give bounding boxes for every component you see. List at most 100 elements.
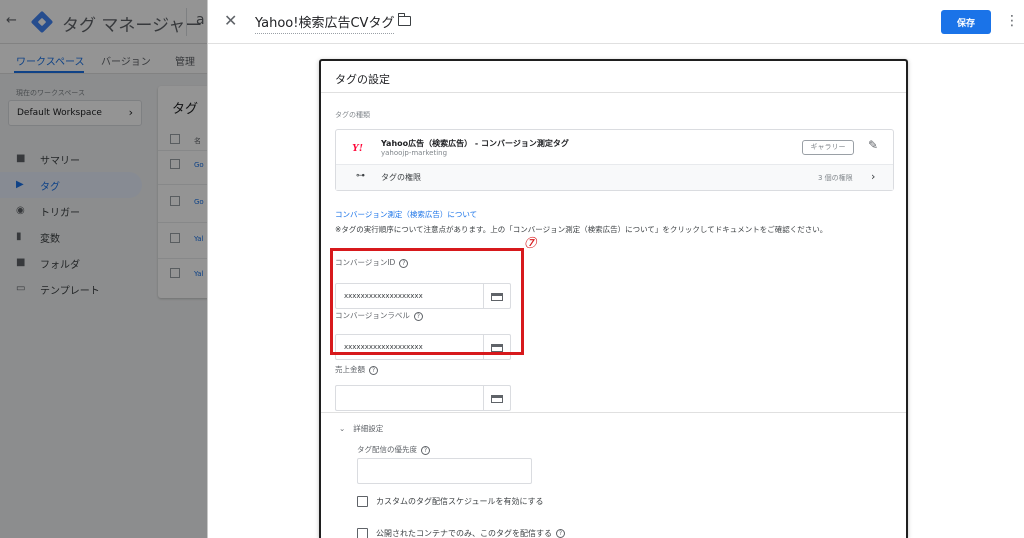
tag-type-label: タグの種類 [335, 111, 370, 119]
help-icon[interactable]: ? [556, 529, 565, 538]
sidebar-item-folders[interactable]: ■ フォルダ [0, 250, 142, 276]
gallery-badge: ギャラリー [802, 140, 854, 155]
conversion-id-input[interactable] [335, 283, 484, 309]
advanced-settings-toggle[interactable]: ⌄ 詳細設定 [339, 423, 383, 434]
close-icon[interactable]: ✕ [224, 11, 237, 30]
table-row-name[interactable]: Yal [194, 235, 204, 243]
editor-body: タグの設定 タグの種類 Y! Yahoo広告（検索広告） - コンバージョン測定… [208, 44, 1024, 538]
trigger-icon: ◉ [16, 205, 25, 216]
conversion-label-label: コンバージョンラベル? [335, 310, 423, 321]
help-icon[interactable]: ? [369, 365, 378, 375]
row-divider [158, 222, 207, 223]
row-divider [158, 258, 207, 259]
sidebar-item-label: タグ [40, 182, 60, 193]
field-label-text: タグ配信の優先度 [357, 445, 417, 454]
variable-picker-button[interactable] [484, 334, 511, 360]
more-vert-icon[interactable]: ⋮ [1005, 12, 1019, 30]
publish-only-checkbox[interactable]: 公開されたコンテナでのみ、このタグを配信する? [357, 528, 565, 538]
execution-order-note: ※タグの実行順序について注意点があります。上の「コンバージョン測定（検索広告）に… [335, 225, 828, 234]
save-button[interactable]: 保存 [941, 10, 991, 34]
back-arrow-icon[interactable]: ← [6, 13, 17, 28]
tag-type-box: Y! Yahoo広告（検索広告） - コンバージョン測定タグ yahoojp-m… [335, 129, 894, 191]
chevron-right-icon: › [128, 106, 133, 119]
variable-picker-button[interactable] [484, 283, 511, 309]
row-divider [158, 184, 207, 185]
tag-priority-label: タグ配信の優先度? [357, 444, 430, 455]
help-icon[interactable]: ? [421, 445, 430, 455]
variables-icon: ▮ [16, 231, 22, 242]
sidebar-item-summary[interactable]: ■ サマリー [0, 146, 142, 172]
help-icon[interactable]: ? [413, 311, 423, 321]
table-row-name[interactable]: Go [194, 198, 204, 206]
variable-brick-icon [491, 293, 503, 301]
tab-workspace[interactable]: ワークスペース [16, 53, 85, 68]
tag-priority-input[interactable] [357, 458, 532, 484]
sidebar-item-label: トリガー [40, 208, 80, 219]
select-all-checkbox[interactable] [170, 134, 180, 144]
sidebar-item-variables[interactable]: ▮ 変数 [0, 224, 142, 250]
permissions-count: 3 個の権限 [818, 174, 853, 182]
sidebar-item-label: 変数 [40, 234, 60, 245]
row-checkbox[interactable] [170, 268, 180, 278]
tag-type-row[interactable]: Y! Yahoo広告（検索広告） - コンバージョン測定タグ yahoojp-m… [336, 130, 893, 165]
field-label-text: コンバージョンラベル [335, 311, 410, 320]
chevron-right-icon: › [871, 170, 876, 183]
row-checkbox[interactable] [170, 159, 180, 169]
yahoo-logo-icon: Y! [352, 142, 363, 154]
field-label-text: 売上金額 [335, 365, 365, 374]
briefcase-icon: ■ [16, 153, 26, 164]
editor-header: ✕ Yahoo!検索広告CVタグ 保存 ⋮ [208, 0, 1024, 44]
folder-icon: ■ [16, 257, 26, 268]
chevron-down-icon: ⌄ [339, 424, 346, 433]
tag-type-vendor: yahoojp-marketing [381, 149, 448, 157]
checkbox-label: 公開されたコンテナでのみ、このタグを配信する [376, 529, 552, 538]
sidebar-item-triggers[interactable]: ◉ トリガー [0, 198, 142, 224]
bg-title-extra: a [196, 12, 205, 28]
field-label-text: コンバージョンID [335, 258, 396, 267]
row-checkbox[interactable] [170, 196, 180, 206]
checkbox-icon [357, 496, 368, 507]
sidebar-item-templates[interactable]: ▭ テンプレート [0, 276, 142, 302]
tag-configuration-card: タグの設定 タグの種類 Y! Yahoo広告（検索広告） - コンバージョン測定… [319, 59, 908, 538]
conversion-label-input[interactable] [335, 334, 484, 360]
folder-icon[interactable] [397, 13, 411, 26]
background-app: ← タグ マネージャー a ワークスペース バージョン 管理 現在のワークスペー… [0, 0, 207, 538]
workspace-name: Default Workspace [17, 108, 102, 118]
pencil-icon[interactable]: ✎ [868, 138, 878, 152]
tag-editor-panel: ✕ Yahoo!検索広告CVタグ 保存 ⋮ タグの設定 タグの種類 Y! Yah… [207, 0, 1024, 538]
advanced-settings-label: 詳細設定 [353, 424, 384, 433]
tag-name-title[interactable]: Yahoo!検索広告CVタグ [255, 12, 395, 34]
tab-admin[interactable]: 管理 [175, 53, 195, 68]
table-row-name[interactable]: Go [194, 161, 204, 169]
revenue-input[interactable] [335, 385, 484, 411]
template-icon: ▭ [16, 283, 26, 294]
workspace-label: 現在のワークスペース [16, 89, 85, 97]
tab-underline [14, 71, 84, 73]
tab-versions[interactable]: バージョン [101, 53, 151, 68]
sidebar-item-label: フォルダ [40, 260, 80, 271]
sidebar-item-label: サマリー [40, 156, 80, 167]
row-divider [158, 150, 207, 151]
custom-schedule-checkbox[interactable]: カスタムのタグ配信スケジュールを有効にする [357, 496, 544, 507]
documentation-link[interactable]: コンバージョン測定（検索広告）について [335, 209, 477, 220]
section-divider [321, 412, 906, 413]
bg-app-title: タグ マネージャー [62, 16, 203, 36]
tag-type-name: Yahoo広告（検索広告） - コンバージョン測定タグ [381, 139, 569, 148]
table-row-name[interactable]: Yal [194, 270, 204, 278]
variable-picker-button[interactable] [484, 385, 511, 411]
workspace-selector[interactable]: Default Workspace › [8, 100, 142, 126]
sidebar-item-tags[interactable]: ▶ タグ [0, 172, 142, 198]
checkbox-icon [357, 528, 368, 538]
bg-title-divider [186, 8, 187, 36]
variable-brick-icon [491, 395, 503, 403]
section-title: タグの設定 [335, 73, 390, 86]
tag-permissions-row[interactable]: ⊶ タグの権限 3 個の権限 › [336, 165, 893, 190]
bg-top-bar: ← タグ マネージャー a [0, 0, 207, 44]
help-icon[interactable]: ? [399, 258, 409, 268]
bg-nav-tabs: ワークスペース バージョン 管理 [0, 44, 207, 74]
tags-table-card: タグ 名 Go Go Yal Yal [158, 86, 207, 298]
tags-card-title: タグ [172, 102, 199, 117]
variable-brick-icon [491, 344, 503, 352]
row-checkbox[interactable] [170, 233, 180, 243]
key-icon: ⊶ [356, 171, 365, 181]
